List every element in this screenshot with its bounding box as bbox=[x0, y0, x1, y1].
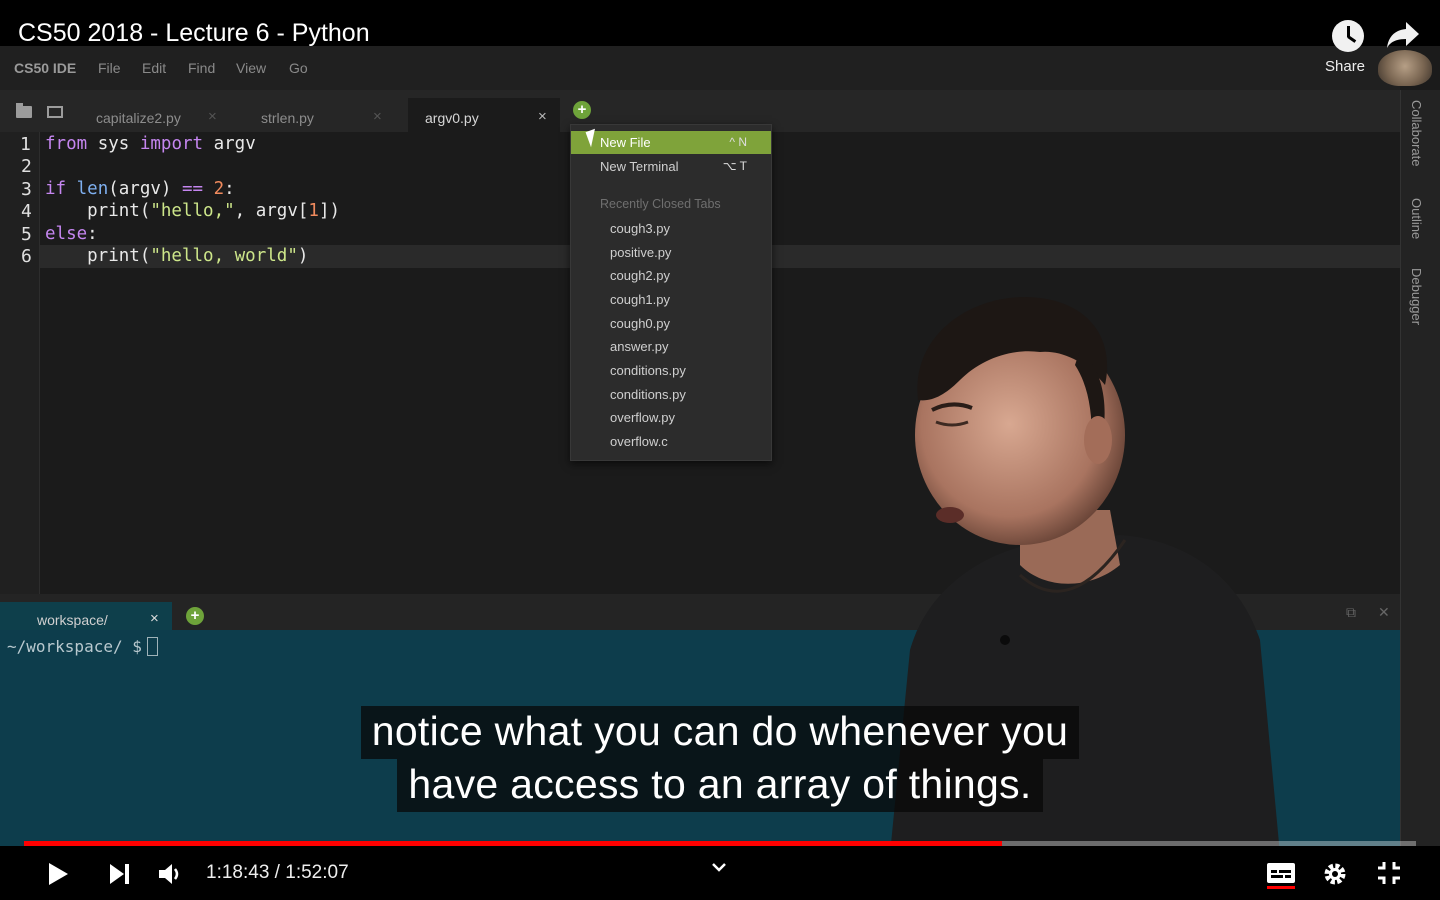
ide-brand[interactable]: CS50 IDE bbox=[14, 60, 76, 76]
new-tab-dropdown: New File ^ N New Terminal ⌥ T Recently C… bbox=[570, 124, 772, 461]
video-title-bar: CS50 2018 - Lecture 6 - Python bbox=[0, 0, 1440, 52]
settings-gear-icon[interactable] bbox=[1322, 861, 1348, 887]
tab-close-icon[interactable]: × bbox=[538, 108, 547, 125]
code-line: print("hello, world") bbox=[45, 246, 309, 266]
recent-file-item[interactable]: cough0.py bbox=[610, 316, 670, 331]
code-line: print("hello,", argv[1]) bbox=[45, 201, 341, 221]
shortcut-label: ^ N bbox=[729, 135, 747, 149]
caption-line: notice what you can do whenever you bbox=[360, 706, 1080, 759]
line-number: 4 bbox=[21, 201, 32, 222]
new-terminal-menu-item[interactable]: New Terminal ⌥ T bbox=[571, 155, 771, 178]
total-time: 1:52:07 bbox=[285, 862, 349, 883]
code-line: if len(argv) == 2: bbox=[45, 179, 235, 199]
recent-file-item[interactable]: cough1.py bbox=[610, 292, 670, 307]
share-icon[interactable] bbox=[1386, 20, 1420, 50]
code-line: from sys import argv bbox=[45, 134, 256, 154]
chevron-down-icon[interactable] bbox=[710, 861, 728, 873]
player-controls: 1:18:43 / 1:52:07 bbox=[0, 846, 1440, 900]
menu-view[interactable]: View bbox=[236, 60, 266, 76]
line-number: 2 bbox=[21, 156, 32, 177]
watch-later-icon[interactable] bbox=[1332, 20, 1364, 52]
tab-argv0[interactable]: argv0.py × bbox=[408, 98, 560, 134]
recently-closed-heading: Recently Closed Tabs bbox=[600, 197, 721, 211]
line-gutter: 1 2 3 4 5 6 bbox=[0, 132, 40, 594]
recent-file-item[interactable]: cough2.py bbox=[610, 268, 670, 283]
line-number: 6 bbox=[21, 246, 32, 267]
share-label[interactable]: Share bbox=[1325, 58, 1365, 75]
menu-edit[interactable]: Edit bbox=[142, 60, 166, 76]
collaborate-tab[interactable]: Collaborate bbox=[1409, 100, 1424, 167]
new-file-menu-item[interactable]: New File ^ N bbox=[571, 131, 771, 154]
terminal-tab-label: workspace/ bbox=[37, 612, 108, 628]
shortcut-label: ⌥ T bbox=[722, 159, 747, 173]
recent-file-item[interactable]: positive.py bbox=[610, 245, 671, 260]
current-time: 1:18:43 bbox=[206, 862, 270, 883]
tab-close-icon[interactable]: × bbox=[373, 108, 382, 125]
recent-file-item[interactable]: answer.py bbox=[610, 339, 669, 354]
recent-file-item[interactable]: conditions.py bbox=[610, 363, 686, 378]
folder-icon[interactable] bbox=[16, 103, 32, 118]
recent-file-item[interactable]: overflow.c bbox=[610, 434, 668, 449]
menu-go[interactable]: Go bbox=[289, 60, 308, 76]
next-icon[interactable] bbox=[108, 863, 132, 885]
restore-panel-icon[interactable]: ⧉ bbox=[1346, 604, 1356, 621]
code-line: else: bbox=[45, 224, 98, 244]
add-terminal-button[interactable]: + bbox=[186, 607, 204, 625]
tab-label: capitalize2.py bbox=[96, 110, 181, 126]
caption-line: have access to an array of things. bbox=[397, 759, 1043, 812]
video-title[interactable]: CS50 2018 - Lecture 6 - Python bbox=[18, 19, 370, 48]
volume-icon[interactable] bbox=[157, 861, 183, 887]
time-separator: / bbox=[269, 862, 286, 883]
outline-tab[interactable]: Outline bbox=[1409, 198, 1424, 239]
line-number: 5 bbox=[21, 224, 32, 245]
recent-file-item[interactable]: conditions.py bbox=[610, 387, 686, 402]
recent-file-item[interactable]: overflow.py bbox=[610, 410, 675, 425]
tab-label: strlen.py bbox=[261, 110, 314, 126]
menu-item-label: New Terminal bbox=[600, 159, 679, 174]
menu-file[interactable]: File bbox=[98, 60, 121, 76]
tab-close-icon[interactable]: × bbox=[208, 108, 217, 125]
terminal-tab-close-icon[interactable]: × bbox=[150, 610, 159, 627]
captions-overlay: notice what you can do whenever you have… bbox=[0, 706, 1440, 812]
terminal-cursor bbox=[146, 637, 158, 656]
channel-avatar[interactable] bbox=[1378, 50, 1432, 86]
tab-capitalize2[interactable]: capitalize2.py × bbox=[78, 98, 230, 134]
debugger-tab[interactable]: Debugger bbox=[1409, 268, 1424, 325]
tab-label: argv0.py bbox=[425, 110, 479, 126]
play-icon[interactable] bbox=[46, 862, 70, 886]
exit-fullscreen-icon[interactable] bbox=[1376, 860, 1402, 886]
recent-file-item[interactable]: cough3.py bbox=[610, 221, 670, 236]
terminal-prompt: ~/workspace/ $ bbox=[7, 637, 158, 656]
tab-strlen[interactable]: strlen.py × bbox=[243, 98, 395, 134]
line-number: 3 bbox=[21, 179, 32, 200]
add-tab-button[interactable]: + bbox=[573, 101, 591, 119]
subtitles-icon[interactable] bbox=[1266, 860, 1296, 890]
menu-item-label: New File bbox=[600, 135, 651, 150]
navigate-icon[interactable] bbox=[47, 106, 63, 118]
time-display: 1:18:43 / 1:52:07 bbox=[206, 862, 349, 884]
ide-menubar: CS50 IDE File Edit Find View Go bbox=[0, 46, 1400, 90]
menu-find[interactable]: Find bbox=[188, 60, 215, 76]
close-panel-icon[interactable]: ✕ bbox=[1378, 604, 1390, 621]
line-number: 1 bbox=[20, 134, 31, 155]
